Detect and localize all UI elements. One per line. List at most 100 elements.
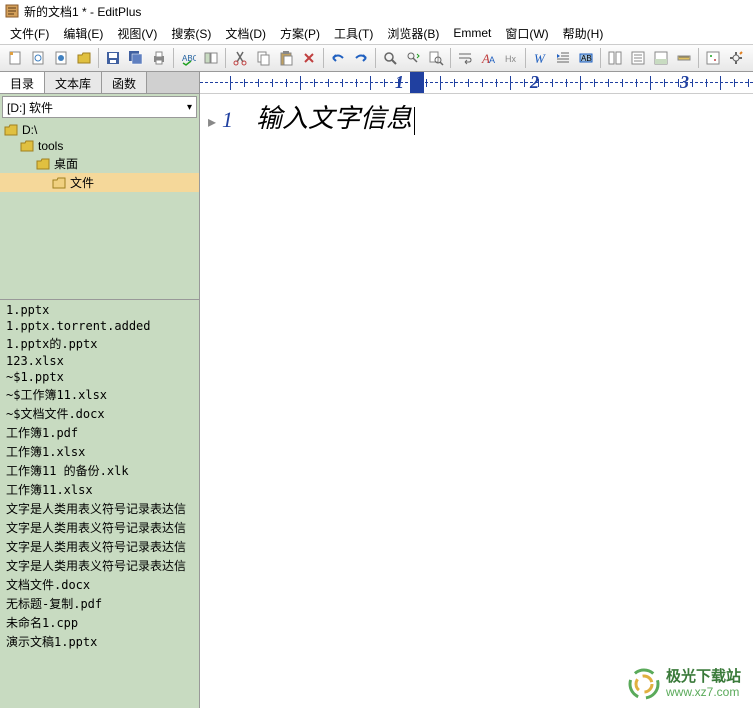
cut-icon[interactable] — [229, 47, 251, 69]
wordwrap-icon[interactable] — [454, 47, 476, 69]
path-dropdown[interactable]: [D:] 软件 ▾ — [2, 96, 197, 118]
tab-textlib[interactable]: 文本库 — [45, 72, 102, 93]
open-file-icon[interactable] — [73, 47, 95, 69]
indent-icon[interactable] — [552, 47, 574, 69]
redo-icon[interactable] — [350, 47, 372, 69]
folder-tree: D:\tools桌面文件 — [0, 120, 199, 300]
new-browser-icon[interactable] — [50, 47, 72, 69]
watermark-url: www.xz7.com — [666, 686, 741, 699]
ruler-tick — [650, 76, 651, 90]
copy-icon[interactable] — [252, 47, 274, 69]
file-item[interactable]: 文字是人类用表义符号记录表达信 — [0, 499, 199, 518]
svg-text:AB: AB — [581, 54, 592, 63]
directory-icon[interactable] — [200, 47, 222, 69]
menu-view[interactable]: 视图(V) — [111, 23, 163, 44]
menu-window[interactable]: 窗口(W) — [499, 23, 554, 44]
delete-icon[interactable] — [298, 47, 320, 69]
browser-view-icon[interactable]: W — [529, 47, 551, 69]
folder-icon — [4, 124, 18, 136]
line-text[interactable]: 输入文字信息 — [242, 98, 415, 135]
ruler-tick — [440, 76, 441, 90]
file-list: 1.pptx1.pptx.torrent.added1.pptx的.pptx12… — [0, 300, 199, 708]
tree-item[interactable]: 桌面 — [0, 154, 199, 173]
file-item[interactable]: 无标题-复制.pdf — [0, 594, 199, 613]
ruler-tick — [538, 79, 539, 87]
editor-content[interactable]: ▸ 1 输入文字信息 — [200, 94, 753, 708]
file-item[interactable]: 工作簿1.xlsx — [0, 442, 199, 461]
file-item[interactable]: ~$工作簿11.xlsx — [0, 385, 199, 404]
tab-directory[interactable]: 目录 — [0, 72, 45, 93]
save-icon[interactable] — [102, 47, 124, 69]
file-item[interactable]: ~$文档文件.docx — [0, 404, 199, 423]
menu-emmet[interactable]: Emmet — [447, 24, 497, 42]
svg-text:A: A — [489, 55, 495, 65]
file-item[interactable]: 文档文件.docx — [0, 575, 199, 594]
replace-icon[interactable] — [402, 47, 424, 69]
find-in-files-icon[interactable] — [425, 47, 447, 69]
menu-search[interactable]: 搜索(S) — [165, 23, 217, 44]
ruler-tick — [468, 79, 469, 87]
toolbar-separator — [173, 48, 174, 68]
hex-icon[interactable]: Hx — [500, 47, 522, 69]
tree-item[interactable]: 文件 — [0, 173, 199, 192]
tab-functions[interactable]: 函数 — [102, 72, 147, 93]
panel-icon[interactable] — [650, 47, 672, 69]
app-icon — [4, 3, 20, 19]
menu-help[interactable]: 帮助(H) — [557, 23, 610, 44]
find-icon[interactable] — [379, 47, 401, 69]
ruler-tick — [636, 79, 637, 87]
toolbar-separator — [600, 48, 601, 68]
file-item[interactable]: 文字是人类用表义符号记录表达信 — [0, 537, 199, 556]
file-item[interactable]: 1.pptx — [0, 302, 199, 318]
spellcheck-icon[interactable]: ABC — [177, 47, 199, 69]
paste-icon[interactable] — [275, 47, 297, 69]
new-file-icon[interactable] — [4, 47, 26, 69]
tree-item[interactable]: tools — [0, 138, 199, 154]
file-item[interactable]: 演示文稿1.pptx — [0, 632, 199, 651]
font-icon[interactable]: AA — [477, 47, 499, 69]
watermark-text: 极光下载站 www.xz7.com — [666, 669, 741, 699]
file-item[interactable]: 文字是人类用表义符号记录表达信 — [0, 556, 199, 575]
ruler[interactable]: 1 2 3 — [200, 72, 753, 94]
file-item[interactable]: 工作簿11.xlsx — [0, 480, 199, 499]
column-icon[interactable] — [604, 47, 626, 69]
menu-project[interactable]: 方案(P) — [274, 23, 326, 44]
dropdown-arrow-icon: ▾ — [187, 102, 192, 113]
ruler-tick — [328, 79, 329, 87]
file-item[interactable]: 1.pptx的.pptx — [0, 334, 199, 353]
ruler-tick — [552, 79, 553, 87]
file-item[interactable]: 工作簿11 的备份.xlk — [0, 461, 199, 480]
undo-icon[interactable] — [327, 47, 349, 69]
ruler-tick — [370, 76, 371, 90]
tree-item[interactable]: D:\ — [0, 122, 199, 138]
menu-file[interactable]: 文件(F) — [4, 23, 55, 44]
menu-document[interactable]: 文档(D) — [219, 23, 272, 44]
preferences-icon[interactable] — [702, 47, 724, 69]
ruler-tick — [384, 79, 385, 87]
menu-browser[interactable]: 浏览器(B) — [381, 23, 445, 44]
ruler-tick — [272, 79, 273, 87]
file-item[interactable]: 文字是人类用表义符号记录表达信 — [0, 518, 199, 537]
folder-icon — [20, 140, 34, 152]
save-all-icon[interactable] — [125, 47, 147, 69]
menu-tools[interactable]: 工具(T) — [328, 23, 379, 44]
main-area: 目录 文本库 函数 [D:] 软件 ▾ D:\tools桌面文件 1.pptx1… — [0, 72, 753, 708]
ruler-tick — [608, 79, 609, 87]
ruler-tick — [342, 79, 343, 87]
toolbar-separator — [323, 48, 324, 68]
file-item[interactable]: 123.xlsx — [0, 353, 199, 369]
file-item[interactable]: ~$1.pptx — [0, 369, 199, 385]
titlebar: 新的文档1 * - EditPlus — [0, 0, 753, 22]
file-item[interactable]: 1.pptx.torrent.added — [0, 318, 199, 334]
menu-edit[interactable]: 编辑(E) — [57, 23, 109, 44]
file-item[interactable]: 工作簿1.pdf — [0, 423, 199, 442]
ruler-mark-1: 1 — [395, 72, 404, 93]
settings-icon[interactable] — [725, 47, 747, 69]
ruler-tick — [622, 79, 623, 87]
select-icon[interactable]: AB — [575, 47, 597, 69]
list-icon[interactable] — [627, 47, 649, 69]
ruler-icon[interactable] — [673, 47, 695, 69]
print-icon[interactable] — [148, 47, 170, 69]
file-item[interactable]: 未命名1.cpp — [0, 613, 199, 632]
new-html-icon[interactable] — [27, 47, 49, 69]
